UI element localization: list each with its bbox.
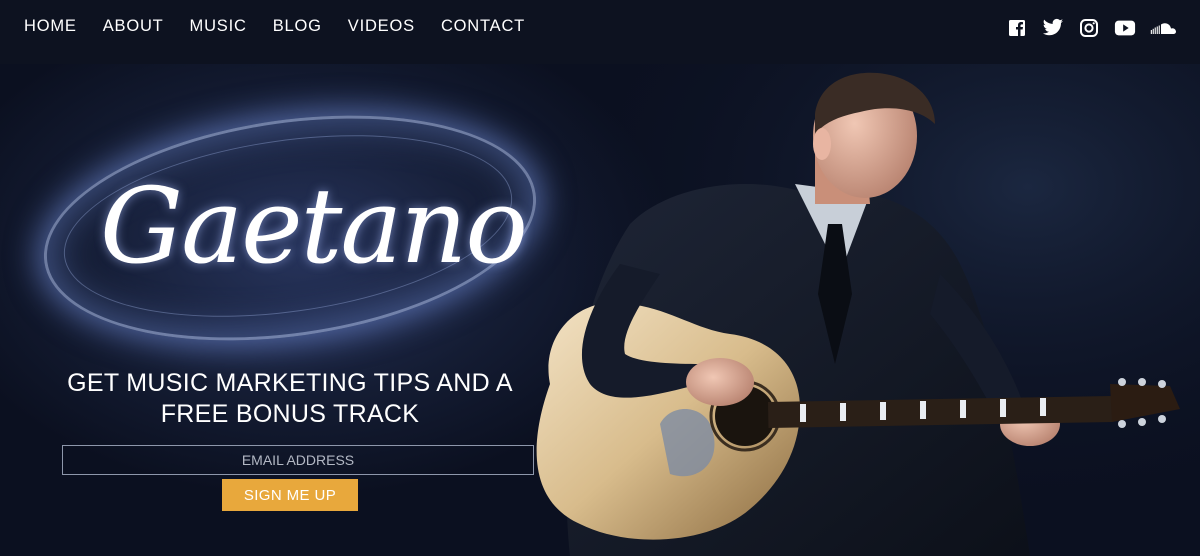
musician-photo — [510, 64, 1200, 556]
headline-line-1: GET MUSIC MARKETING TIPS AND A — [67, 369, 513, 397]
nav-blog-link[interactable]: BLOG — [273, 17, 322, 36]
nav-music-link[interactable]: MUSIC — [190, 17, 247, 36]
nav-videos-link[interactable]: VIDEOS — [348, 17, 415, 36]
social-links — [1006, 18, 1178, 38]
nav-about-link[interactable]: ABOUT — [103, 17, 164, 36]
artist-logo: Gaetano — [100, 165, 528, 287]
youtube-icon[interactable] — [1114, 18, 1136, 38]
signup-headline: GET MUSIC MARKETING TIPS AND A FREE BONU… — [40, 368, 540, 430]
facebook-icon[interactable] — [1006, 18, 1028, 38]
headline-line-2: FREE BONUS TRACK — [160, 400, 420, 428]
page: HOME ABOUT MUSIC BLOG VIDEOS CONTACT Gae… — [0, 0, 1200, 556]
email-input[interactable] — [62, 445, 534, 475]
top-nav-bar: HOME ABOUT MUSIC BLOG VIDEOS CONTACT — [0, 0, 1200, 64]
main-nav: HOME ABOUT MUSIC BLOG VIDEOS CONTACT — [24, 17, 525, 36]
nav-contact-link[interactable]: CONTACT — [441, 17, 525, 36]
instagram-icon[interactable] — [1078, 18, 1100, 38]
soundcloud-icon[interactable] — [1150, 18, 1178, 38]
nav-home-link[interactable]: HOME — [24, 17, 77, 36]
sign-me-up-button[interactable]: SIGN ME UP — [222, 479, 358, 511]
twitter-icon[interactable] — [1042, 18, 1064, 38]
